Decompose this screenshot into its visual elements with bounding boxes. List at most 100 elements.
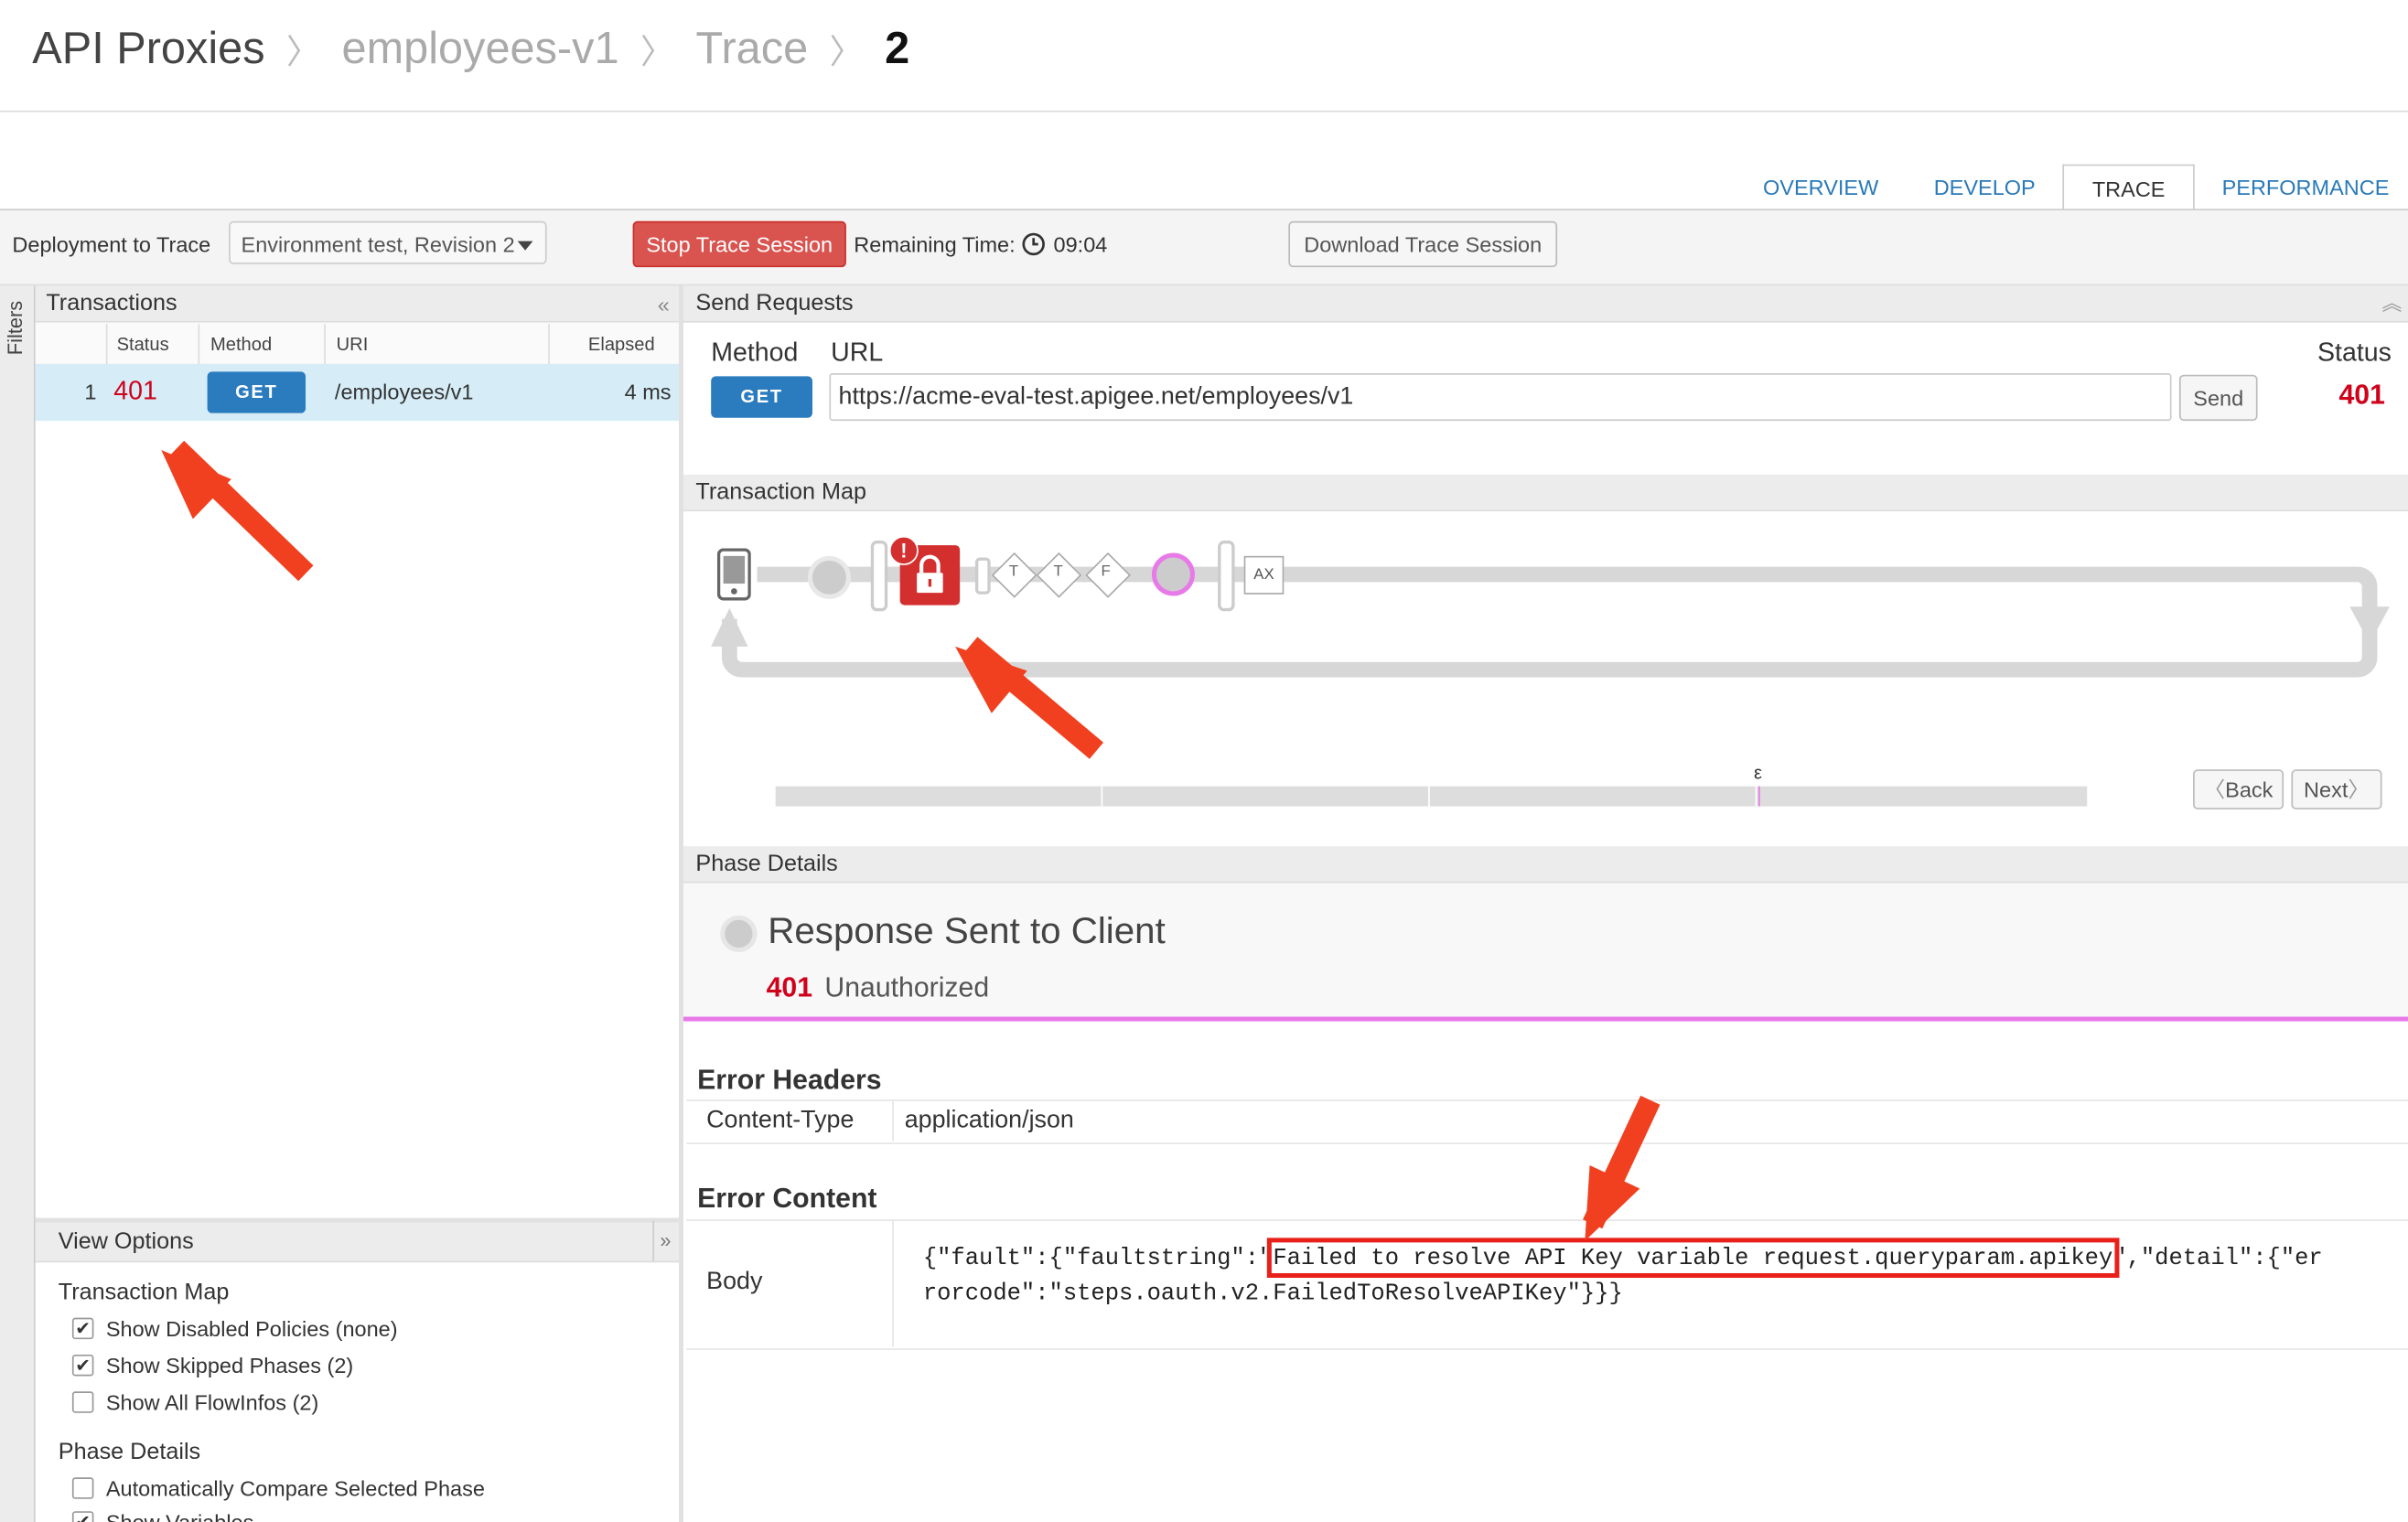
transactions-header: Transactions « (35, 285, 679, 323)
breadcrumb-trace[interactable]: Trace (696, 25, 809, 75)
timeline-marker (1758, 786, 1760, 807)
trace-toolbar: Deployment to Trace Environment test, Re… (0, 210, 2408, 286)
view-options-map-title: Transaction Map (58, 1279, 230, 1306)
tab-performance[interactable]: PERFORMANCE (2194, 165, 2408, 210)
view-options-phase-title: Phase Details (58, 1439, 201, 1465)
timeline-divider (1101, 786, 1103, 807)
column-uri[interactable]: URI (337, 324, 369, 364)
tab-bar: OVERVIEW DEVELOP TRACE PERFORMANCE (1736, 164, 2408, 214)
breadcrumb-chevron-icon: 〉 (286, 32, 321, 71)
phase-status-text: Unauthorized (824, 971, 990, 1003)
deployment-select-value: Environment test, Revision 2 (241, 231, 515, 257)
remaining-value: 09:04 (1053, 231, 1108, 257)
view-options-header: View Options » (35, 1220, 679, 1263)
clock-icon (1022, 232, 1045, 256)
filters-sidebar[interactable]: Filters (0, 285, 36, 1522)
show-flowinfos-checkbox[interactable] (71, 1391, 94, 1413)
column-divider (105, 324, 108, 364)
phase-details-header: Phase Details (683, 846, 2408, 884)
collapse-left-icon[interactable]: « (658, 285, 670, 322)
status-label: Status (2317, 338, 2392, 368)
show-flowinfos-label: Show All FlowInfos (2) (105, 1389, 319, 1415)
send-requests-header: Send Requests ︽ (683, 285, 2408, 323)
header-divider (0, 110, 2408, 113)
column-divider (892, 1219, 894, 1347)
column-method[interactable]: Method (210, 324, 272, 364)
show-disabled-checkbox[interactable]: ✔ (71, 1317, 94, 1340)
header-value: application/json (904, 1107, 1074, 1134)
tab-overview[interactable]: OVERVIEW (1736, 165, 1907, 210)
table-row[interactable]: 1 401 GET /employees/v1 4 ms (35, 363, 679, 422)
method-label: Method (711, 338, 799, 368)
stop-trace-button[interactable]: Stop Trace Session (632, 220, 846, 268)
breadcrumb-chevron-icon: 〉 (640, 32, 675, 71)
error-body: {"fault":{"faultstring":"Failed to resol… (923, 1238, 2397, 1312)
proxy-request-node[interactable] (807, 555, 851, 599)
show-disabled-label: Show Disabled Policies (none) (105, 1315, 398, 1341)
row-index: 1 (84, 379, 97, 404)
deploy-label: Deployment to Trace (12, 231, 211, 257)
body-mid: ","detail":{"er (2112, 1244, 2323, 1272)
tab-develop[interactable]: DEVELOP (1906, 165, 2062, 210)
breadcrumb-proxy[interactable]: employees-v1 (342, 25, 619, 75)
row-elapsed: 4 ms (624, 379, 672, 404)
error-badge-icon: ! (888, 536, 919, 565)
breadcrumb-current: 2 (885, 24, 910, 74)
column-elapsed[interactable]: Elapsed (588, 324, 655, 364)
view-options-title: View Options (58, 1228, 194, 1255)
auto-compare-label: Automatically Compare Selected Phase (105, 1475, 485, 1501)
column-divider (198, 324, 200, 364)
tab-trace[interactable]: TRACE (2062, 164, 2195, 214)
flow-separator (974, 557, 991, 595)
error-headers-title: Error Headers (697, 1064, 882, 1096)
next-button[interactable]: Next〉 (2291, 769, 2382, 809)
deployment-select[interactable]: Environment test, Revision 2 (229, 220, 547, 264)
client-device-icon[interactable] (716, 548, 751, 601)
breadcrumb-api-proxies[interactable]: API Proxies (32, 25, 264, 75)
condition-node-label: F (1101, 563, 1111, 581)
phase-status-icon (720, 915, 758, 953)
collapse-up-icon[interactable]: ︽ (2381, 285, 2402, 322)
chevron-left-icon: 〈 (2203, 777, 2226, 802)
condition-node-label: T (1008, 563, 1019, 581)
show-variables-label: Show Variables (105, 1509, 254, 1522)
collapse-down-icon[interactable]: » (652, 1220, 672, 1261)
show-skipped-checkbox[interactable]: ✔ (71, 1354, 94, 1377)
back-label: Back (2225, 777, 2274, 802)
caret-down-icon (517, 241, 533, 251)
row-status: 401 (113, 376, 157, 406)
response-sent-node[interactable] (1151, 552, 1195, 596)
breadcrumb-chevron-icon: 〉 (829, 32, 864, 71)
back-button[interactable]: 〈Back (2193, 769, 2284, 809)
breadcrumb: API Proxies 〉 employees-v1 〉 Trace 〉 2 (32, 25, 909, 75)
download-trace-button[interactable]: Download Trace Session (1288, 220, 1558, 268)
row-method-badge: GET (207, 371, 306, 413)
condition-node-label: T (1053, 563, 1063, 581)
transaction-map-title: Transaction Map (695, 478, 867, 506)
transactions-title: Transactions (46, 290, 177, 316)
auto-compare-checkbox[interactable] (71, 1477, 94, 1499)
timeline-bar[interactable] (775, 786, 2088, 807)
error-content-title: Error Content (697, 1182, 877, 1214)
timeline-divider (1755, 786, 1758, 807)
filters-label: Filters (3, 300, 27, 356)
show-variables-checkbox[interactable]: ✔ (71, 1511, 94, 1522)
body-label: Body (706, 1268, 763, 1295)
flow-separator (870, 541, 888, 612)
column-divider (548, 324, 550, 364)
column-status[interactable]: Status (117, 324, 169, 364)
annotation-arrow-icon (142, 430, 231, 520)
next-label: Next (2304, 777, 2349, 802)
send-button[interactable]: Send (2178, 374, 2258, 422)
url-input[interactable] (829, 373, 2172, 422)
flow-separator (1218, 541, 1235, 612)
column-divider (892, 1099, 894, 1142)
method-select[interactable]: GET (711, 376, 812, 418)
remaining-label: Remaining Time: (854, 231, 1016, 257)
show-skipped-label: Show Skipped Phases (2) (105, 1353, 354, 1378)
header-name: Content-Type (706, 1107, 855, 1134)
analytics-node[interactable]: AX (1243, 555, 1285, 595)
url-label: URL (831, 338, 884, 368)
send-requests-title: Send Requests (695, 290, 854, 316)
phase-details-title: Phase Details (695, 851, 838, 877)
